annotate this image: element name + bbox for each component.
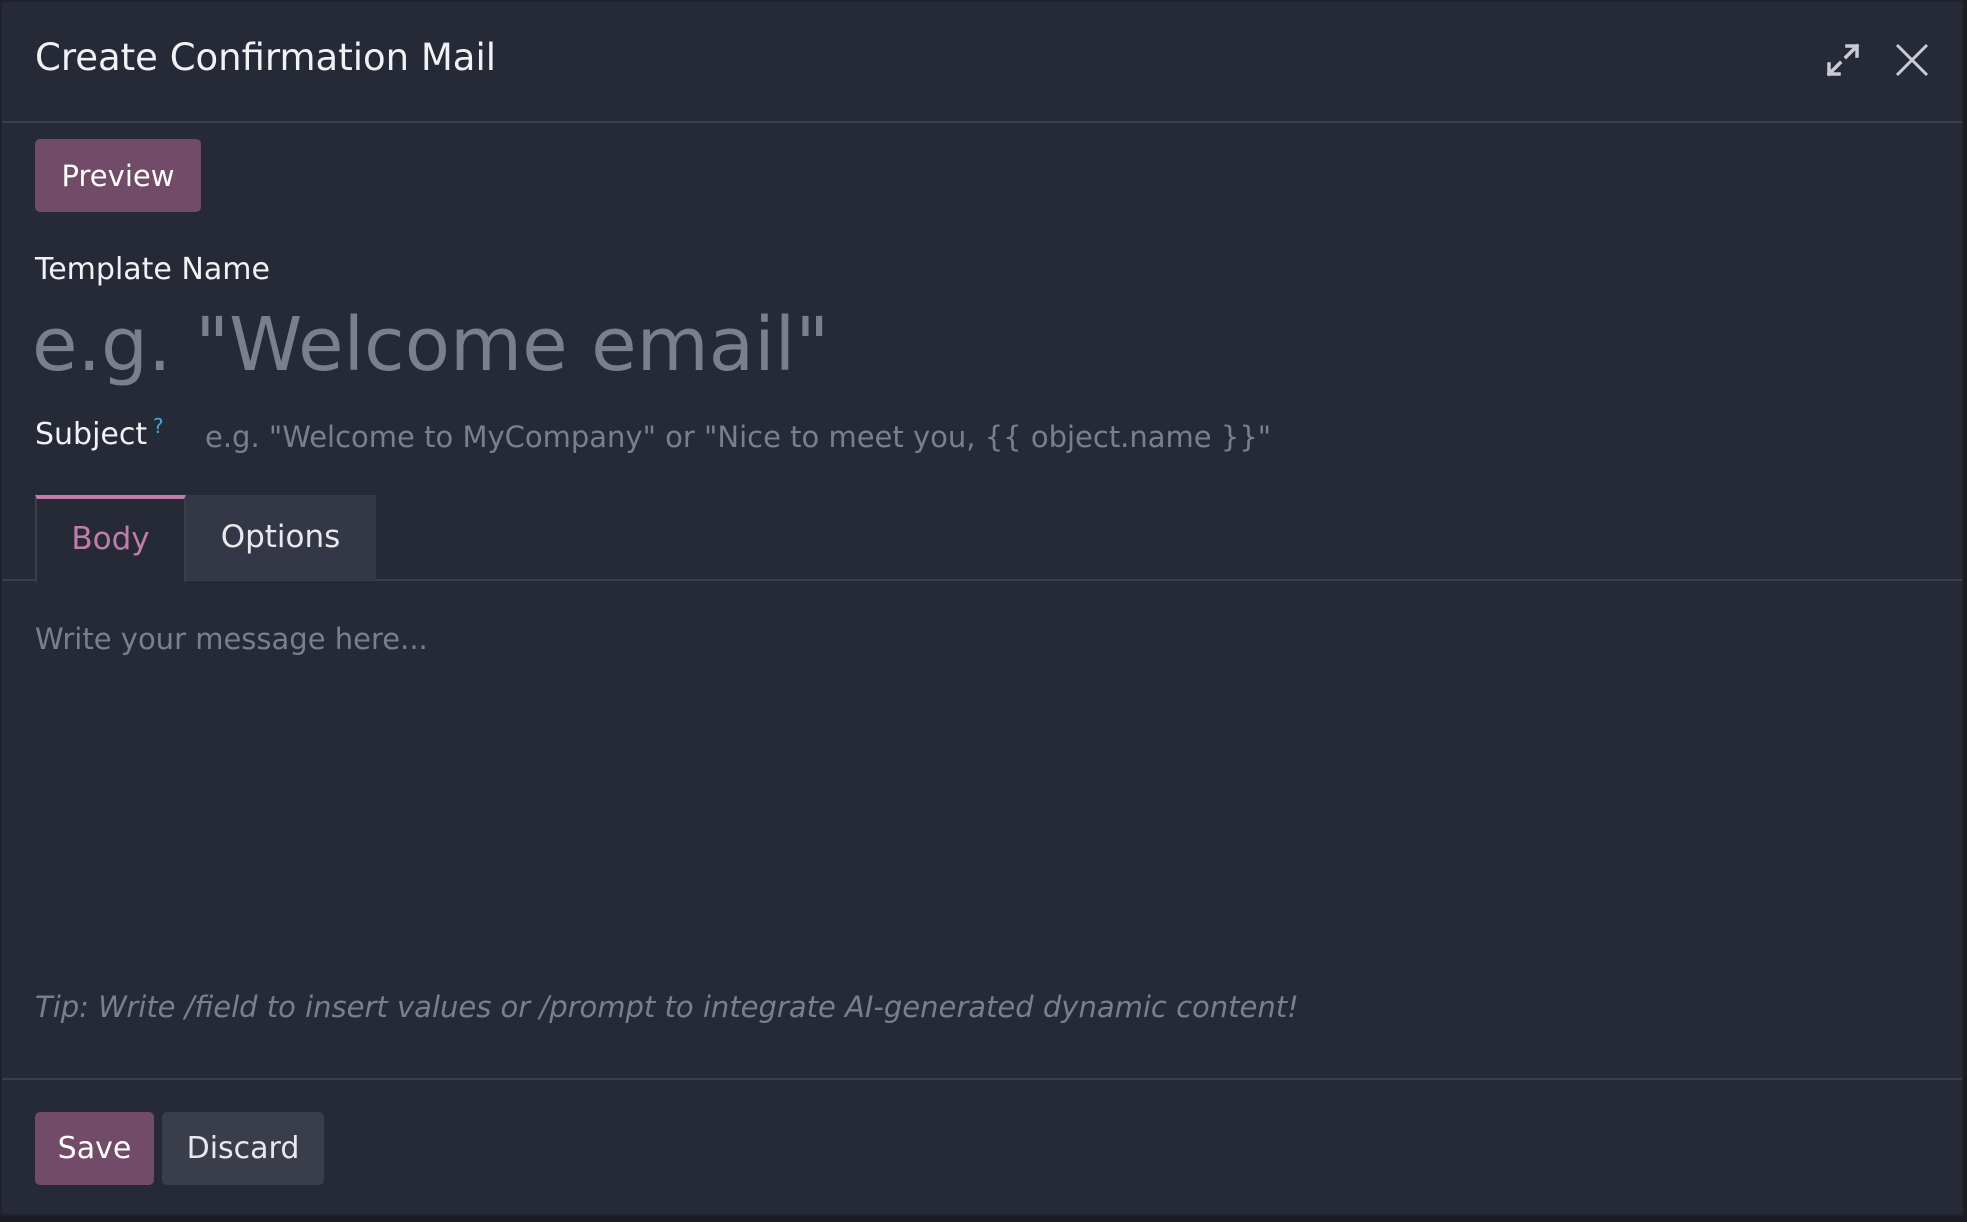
close-icon [1895,43,1929,77]
body-editor-placeholder: Write your message here... [35,622,428,656]
preview-button[interactable]: Preview [35,139,201,212]
subject-help-tooltip[interactable]: ? [153,414,164,438]
dialog-title: Create Confirmation Mail [35,36,497,79]
subject-label: Subject [35,417,148,452]
template-name-input[interactable] [32,295,1912,395]
expand-icon [1826,43,1860,77]
subject-input[interactable] [205,417,1705,457]
close-button[interactable] [1888,36,1936,84]
tab-options[interactable]: Options [185,495,376,580]
tab-body[interactable]: Body [35,495,186,582]
editor-tip: Tip: Write /field to insert values or /p… [35,990,1299,1024]
save-button[interactable]: Save [35,1112,154,1185]
discard-button[interactable]: Discard [162,1112,324,1185]
body-editor[interactable]: Write your message here... [35,622,1915,942]
create-confirmation-mail-dialog: Create Confirmation Mail Preview Templat… [0,0,1964,1216]
expand-button[interactable] [1819,36,1867,84]
footer-divider [2,1078,1962,1080]
dialog-header: Create Confirmation Mail [2,2,1962,123]
template-name-label: Template Name [35,252,270,287]
